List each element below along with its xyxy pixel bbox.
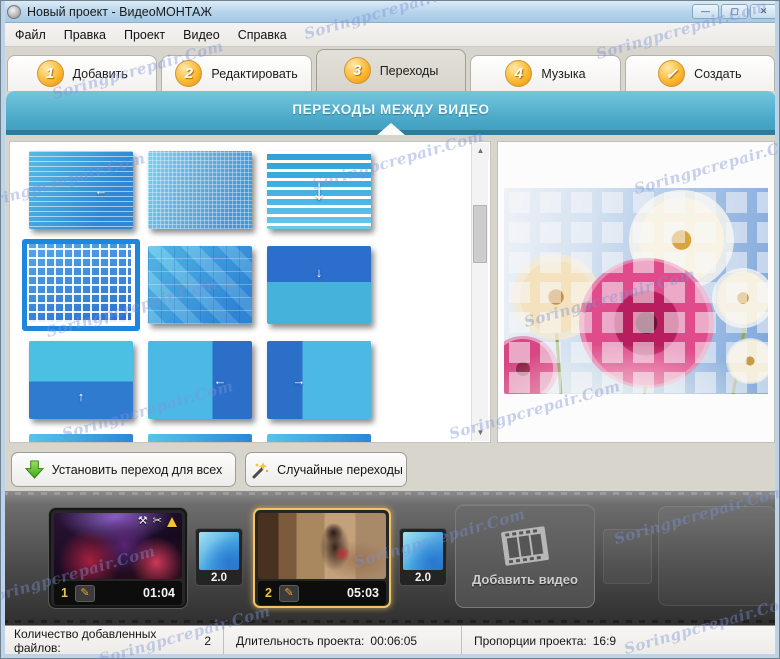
transition-thumbnail[interactable]: ← — [29, 151, 133, 229]
scrollbar[interactable]: ▲ ▼ — [471, 143, 489, 441]
title-bar[interactable]: Новый проект - ВидеоМОНТАЖ — ▢ ✕ — [1, 1, 779, 23]
transition-thumbnail[interactable]: ← — [148, 341, 252, 419]
files-count-label: Количество добавленных файлов: — [14, 627, 157, 655]
selected-transition-frame — [22, 239, 140, 331]
clip-info-bar: 1 ✎ 01:04 — [54, 581, 182, 605]
minimize-button[interactable]: — — [692, 4, 719, 19]
arrow-left-icon: ← — [213, 372, 227, 388]
filmstrip-icon — [501, 525, 549, 566]
tab-transitions[interactable]: 3 Переходы — [315, 49, 467, 91]
arrow-down-icon: ↓ — [311, 173, 327, 206]
timeline-transition-1[interactable]: 2.0 — [195, 528, 243, 586]
scrollbar-thumb[interactable] — [473, 205, 487, 263]
scroll-up-icon[interactable]: ▲ — [472, 143, 489, 159]
set-transition-for-all-button[interactable]: Установить переход для всех — [11, 452, 236, 487]
clip-number: 2 — [265, 586, 272, 600]
aspect-ratio-label: Пропорции проекта: — [474, 634, 587, 648]
tab-number-icon: 2 — [175, 60, 203, 87]
aspect-ratio-value: 16:9 — [592, 634, 617, 648]
random-transitions-button[interactable]: Случайные переходы — [245, 452, 407, 487]
transition-thumbnail[interactable]: ↓ — [267, 151, 371, 229]
transition-thumbnail-small — [403, 532, 443, 570]
transition-duration: 2.0 — [211, 572, 227, 584]
edit-pencil-icon[interactable]: ✎ — [278, 584, 299, 602]
tab-add[interactable]: 1 Добавить — [7, 55, 158, 91]
window-title: Новый проект - ВидеоМОНТАЖ — [27, 4, 212, 19]
menu-help[interactable]: Справка — [229, 25, 296, 45]
transition-thumbnail-partial[interactable] — [29, 434, 133, 442]
transition-thumbnail-selected[interactable] — [27, 244, 131, 322]
flask-icon — [167, 516, 177, 527]
clip-slot-placeholder — [658, 506, 776, 606]
project-duration-value: 00:06:05 — [370, 634, 418, 648]
transition-duration: 2.0 — [415, 572, 431, 584]
tab-number-icon: 3 — [343, 57, 371, 84]
menu-project[interactable]: Проект — [115, 25, 174, 45]
app-icon — [7, 4, 21, 19]
arrow-right-icon: → — [292, 372, 306, 388]
tab-number-icon: 1 — [36, 60, 64, 87]
menu-file[interactable]: Файл — [6, 25, 55, 45]
clip-duration: 01:04 — [143, 586, 175, 600]
transition-thumbnail[interactable]: → — [267, 341, 371, 419]
timeline-clip-1[interactable]: ⚒ ✂ 1 ✎ 01:04 — [49, 508, 187, 608]
transitions-list: ← ↓ ↓ ↑ ← → ▲ ▼ — [9, 141, 491, 443]
menu-bar: Файл Правка Проект Видео Справка — [2, 23, 779, 47]
tab-create[interactable]: ✓ Создать — [624, 55, 776, 91]
transition-thumbnail-partial[interactable] — [148, 434, 252, 442]
transition-thumbnail[interactable]: ↓ — [267, 246, 371, 324]
scroll-down-icon[interactable]: ▼ — [472, 425, 489, 441]
arrow-up-icon: ↑ — [77, 388, 85, 404]
transition-thumbnail-partial[interactable] — [267, 434, 371, 442]
transition-thumbnail[interactable]: ↑ — [29, 341, 133, 419]
section-header: ПЕРЕХОДЫ МЕЖДУ ВИДЕО — [6, 91, 776, 135]
checkmark-icon: ✓ — [658, 60, 686, 87]
clip-number: 1 — [61, 586, 68, 600]
files-count-value: 2 — [204, 634, 211, 648]
arrow-left-icon: ← — [94, 182, 108, 198]
close-button[interactable]: ✕ — [750, 4, 777, 19]
project-duration-label: Длительность проекта: — [236, 634, 365, 648]
transition-thumbnail-small — [199, 532, 239, 570]
timeline: ⚒ ✂ 1 ✎ 01:04 2.0 2 ✎ 05:03 2.0 Добавить… — [2, 491, 779, 625]
section-title: ПЕРЕХОДЫ МЕЖДУ ВИДЕО — [292, 102, 490, 117]
tools-icon: ⚒ — [137, 515, 148, 527]
app-window: Новый проект - ВидеоМОНТАЖ — ▢ ✕ Файл Пр… — [0, 0, 780, 659]
tab-music[interactable]: 4 Музыка — [470, 55, 621, 91]
clip-2-thumbnail — [258, 513, 386, 579]
clip-info-bar: 2 ✎ 05:03 — [258, 581, 386, 605]
header-notch — [377, 123, 405, 135]
transition-thumbnail[interactable] — [148, 151, 252, 229]
status-bar: Количество добавленных файлов: 2 Длитель… — [2, 625, 779, 656]
scissors-icon: ✂ — [152, 515, 162, 527]
tab-strip: 1 Добавить 2 Редактировать 3 Переходы 4 … — [7, 49, 776, 91]
clip-1-thumbnail: ⚒ ✂ — [54, 513, 182, 579]
transition-thumbnail[interactable] — [148, 246, 252, 324]
tab-edit[interactable]: 2 Редактировать — [161, 55, 312, 91]
clip-duration: 05:03 — [347, 586, 379, 600]
square-wipe-overlay — [504, 188, 768, 394]
transition-slot-placeholder — [603, 529, 652, 584]
transition-preview-image — [504, 188, 768, 394]
toolbar: Установить переход для всех Случайные пе… — [1, 451, 779, 489]
menu-video[interactable]: Видео — [174, 25, 229, 45]
arrow-down-icon: ↓ — [315, 264, 323, 280]
tab-number-icon: 4 — [505, 60, 533, 87]
timeline-clip-2[interactable]: 2 ✎ 05:03 — [253, 508, 391, 608]
edit-pencil-icon[interactable]: ✎ — [74, 584, 95, 602]
magic-wand-icon — [252, 461, 269, 478]
maximize-button[interactable]: ▢ — [721, 4, 748, 19]
timeline-transition-2[interactable]: 2.0 — [399, 528, 447, 586]
green-down-arrow-icon — [24, 460, 44, 479]
menu-edit[interactable]: Правка — [55, 25, 115, 45]
preview-panel — [497, 141, 775, 443]
add-video-button[interactable]: Добавить видео — [455, 504, 595, 608]
